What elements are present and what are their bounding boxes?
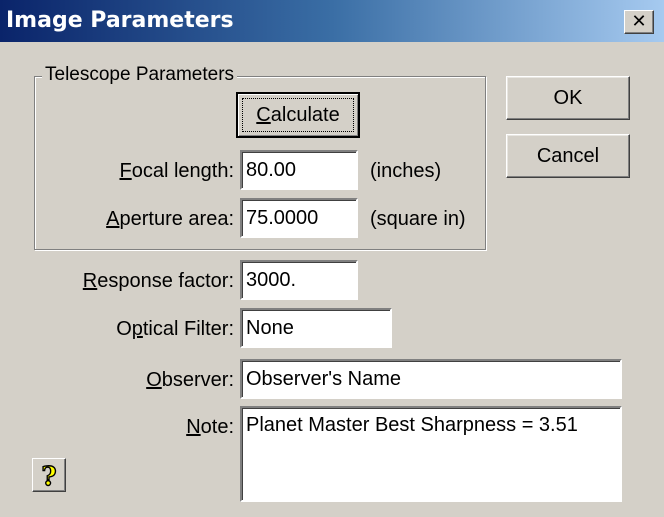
- response-factor-label: Response factor:: [82, 270, 234, 292]
- help-button[interactable]: ?: [32, 458, 66, 492]
- aperture-area-unit: (square in): [370, 208, 466, 230]
- focal-length-label: Focal length:: [119, 160, 234, 182]
- calculate-button[interactable]: Calculate: [236, 92, 360, 138]
- help-question-icon: ?: [41, 461, 58, 491]
- close-icon: ✕: [631, 11, 647, 32]
- svg-text:?: ?: [41, 462, 56, 491]
- focus-rectangle: [242, 98, 354, 132]
- optical-filter-label: Optical Filter:: [116, 318, 234, 340]
- ok-button[interactable]: OK: [506, 76, 630, 120]
- note-textarea[interactable]: Planet Master Best Sharpness = 3.51: [240, 406, 622, 502]
- focal-length-unit: (inches): [370, 160, 442, 182]
- telescope-parameters-legend: Telescope Parameters: [42, 64, 238, 86]
- note-label: Note:: [186, 416, 234, 438]
- cancel-button[interactable]: Cancel: [506, 134, 630, 178]
- title-bar: Image Parameters ✕: [0, 0, 664, 42]
- window-title: Image Parameters: [6, 8, 234, 33]
- observer-label: Observer:: [146, 369, 234, 391]
- response-factor-field[interactable]: 3000.: [240, 260, 358, 300]
- focal-length-field[interactable]: 80.00: [240, 150, 358, 190]
- close-button[interactable]: ✕: [624, 10, 654, 34]
- optical-filter-field[interactable]: None: [240, 308, 392, 348]
- aperture-area-field[interactable]: 75.0000: [240, 198, 358, 238]
- observer-field[interactable]: Observer's Name: [240, 359, 622, 399]
- aperture-area-label: Aperture area:: [106, 208, 234, 230]
